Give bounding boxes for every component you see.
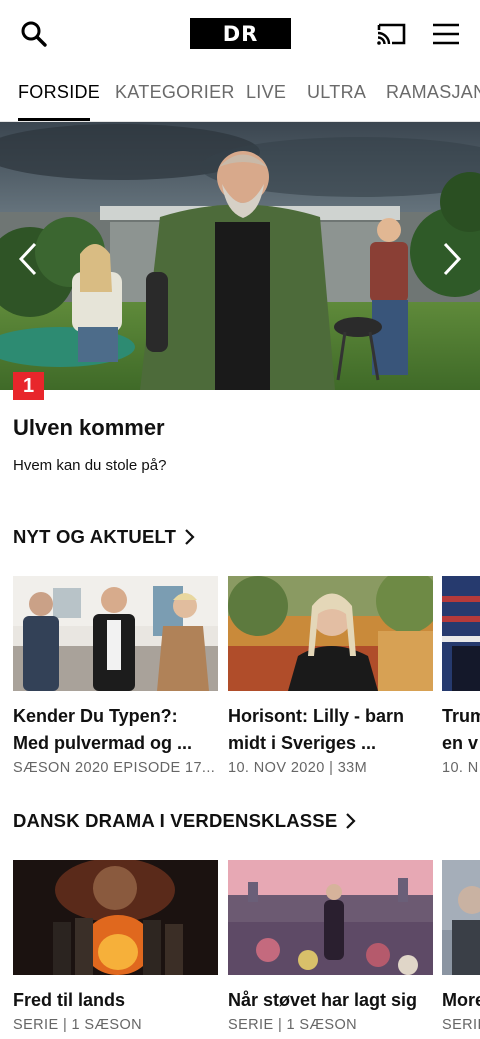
tab-ultra[interactable]: ULTRA — [307, 82, 366, 103]
top-bar: DR — [0, 0, 480, 68]
tab-forside[interactable]: FORSIDE — [18, 82, 100, 103]
card-title: Fred til lands — [13, 990, 126, 1010]
search-icon — [21, 21, 47, 47]
menu-icon — [433, 23, 459, 45]
section-title: DANSK DRAMA I VERDENSKLASSE — [13, 810, 338, 831]
card-meta: 10. NOV 2020 | 33M — [228, 760, 368, 776]
card-meta: SERIE | 1 SÆSON — [13, 1017, 143, 1033]
logo-text: DR — [222, 21, 259, 46]
tab-ramasjang[interactable]: RAMASJANG — [386, 82, 480, 103]
card-title-line-1: Trum — [442, 706, 480, 726]
menu-button[interactable] — [426, 14, 466, 54]
chevron-left-icon — [18, 242, 37, 276]
hero-subtitle: Hvem kan du stole på? — [13, 457, 167, 474]
channel-badge-dr1: 1 — [13, 372, 44, 400]
card-title: Når støvet har lagt sig — [228, 990, 418, 1010]
card-thumbnail — [13, 860, 218, 975]
carousel-nyt-og-aktuelt[interactable]: Kender Du Typen?: Med pulvermad og ... S… — [0, 576, 480, 796]
cast-button[interactable] — [370, 14, 412, 54]
carousel-dansk-drama[interactable]: Fred til lands SERIE | 1 SÆSON Når støve… — [0, 860, 480, 1039]
hero-title[interactable]: Ulven kommer — [13, 415, 165, 441]
card-thumbnail — [13, 576, 218, 691]
cast-icon — [377, 23, 406, 45]
card-title-line-2: en v — [442, 733, 479, 753]
card-title-line-2: Med pulvermad og ... — [13, 733, 193, 753]
card-title-line-2: midt i Sveriges ... — [228, 733, 377, 753]
card-thumbnail — [228, 576, 433, 691]
program-card[interactable]: Kender Du Typen?: Med pulvermad og ... S… — [13, 576, 218, 776]
program-card[interactable]: Horisont: Lilly - barn midt i Sveriges .… — [228, 576, 433, 776]
card-title-line-1: Horisont: Lilly - barn — [228, 706, 405, 726]
card-thumbnail — [442, 576, 480, 691]
hero-previous-button[interactable] — [8, 234, 48, 284]
chevron-right-icon — [184, 528, 196, 546]
section-title: NYT OG AKTUELT — [13, 526, 177, 547]
program-card[interactable]: Fred til lands SERIE | 1 SÆSON — [13, 860, 218, 1033]
section-header-nyt-og-aktuelt[interactable]: NYT OG AKTUELT — [13, 526, 196, 548]
card-meta: 10. N — [442, 760, 479, 776]
tab-live[interactable]: LIVE — [246, 82, 286, 103]
card-thumbnail — [228, 860, 433, 975]
chevron-right-icon — [345, 812, 357, 830]
category-tabs: FORSIDE KATEGORIER LIVE ULTRA RAMASJANG — [0, 72, 480, 122]
card-thumbnail — [442, 860, 480, 975]
section-header-dansk-drama[interactable]: DANSK DRAMA I VERDENSKLASSE — [13, 810, 357, 832]
program-card[interactable]: More SERIE — [442, 860, 480, 1033]
card-meta: SERIE — [442, 1017, 480, 1033]
search-button[interactable] — [14, 14, 54, 54]
hero-next-button[interactable] — [432, 234, 472, 284]
card-meta: SERIE | 1 SÆSON — [228, 1017, 358, 1033]
active-tab-indicator — [18, 118, 90, 121]
dr-logo[interactable]: DR — [190, 18, 291, 49]
channel-badge-label: 1 — [22, 374, 35, 397]
hero-banner[interactable] — [0, 122, 480, 390]
card-title-line-1: Kender Du Typen?: — [13, 706, 178, 726]
program-card[interactable]: Trum en v 10. N — [442, 576, 480, 776]
hero-image — [0, 122, 480, 390]
program-card[interactable]: Når støvet har lagt sig SERIE | 1 SÆSON — [228, 860, 433, 1033]
tab-kategorier[interactable]: KATEGORIER — [115, 82, 235, 103]
chevron-right-icon — [443, 242, 462, 276]
card-meta: SÆSON 2020 EPISODE 17... — [13, 760, 216, 776]
card-title: More — [442, 990, 480, 1010]
